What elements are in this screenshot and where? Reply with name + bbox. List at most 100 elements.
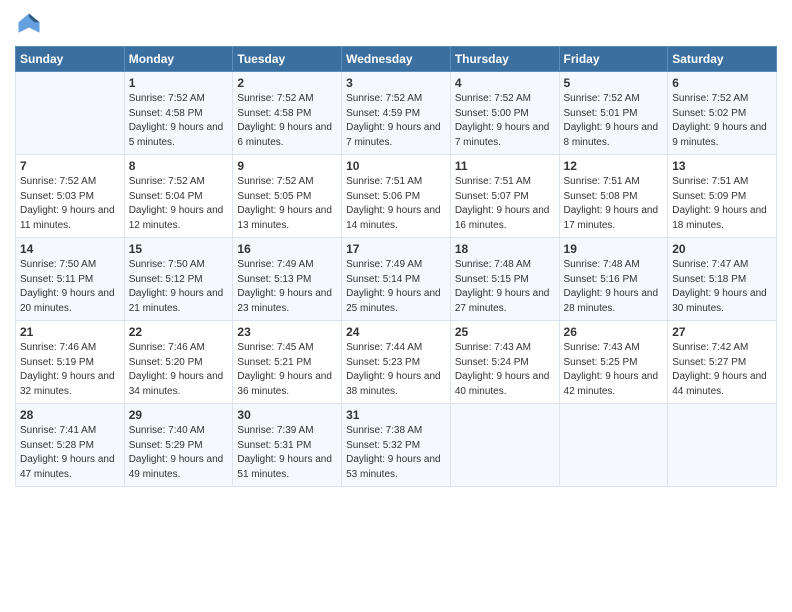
day-info: Sunrise: 7:48 AM Sunset: 5:16 PM Dayligh… (564, 258, 664, 316)
week-row-1: 1 Sunrise: 7:52 AM Sunset: 4:58 PM Daylig… (16, 72, 777, 155)
day-info: Sunrise: 7:50 AM Sunset: 5:11 PM Dayligh… (20, 258, 120, 316)
calendar-header: SundayMondayTuesdayWednesdayThursdayFrid… (16, 47, 777, 72)
day-info: Sunrise: 7:49 AM Sunset: 5:13 PM Dayligh… (237, 258, 337, 316)
calendar-cell: 5 Sunrise: 7:52 AM Sunset: 5:01 PM Daylig… (559, 72, 668, 155)
calendar-cell: 30Sunrise: 7:39 AM Sunset: 5:31 PM Dayli… (233, 404, 342, 487)
week-row-4: 21 Sunrise: 7:46 AM Sunset: 5:19 PM Dayli… (16, 321, 777, 404)
day-info: Sunrise: 7:49 AM Sunset: 5:14 PM Dayligh… (346, 258, 446, 316)
day-info: Sunrise: 7:52 AM Sunset: 5:05 PM Dayligh… (237, 175, 337, 233)
calendar-cell: 10 Sunrise: 7:51 AM Sunset: 5:06 PM Dayli… (342, 155, 451, 238)
calendar-cell: 18 Sunrise: 7:48 AM Sunset: 5:15 PM Dayli… (450, 238, 559, 321)
day-info: Sunrise: 7:46 AM Sunset: 5:20 PM Dayligh… (129, 341, 229, 399)
day-number: 21 (20, 325, 120, 339)
logo (15, 10, 47, 38)
day-number: 28 (20, 408, 120, 422)
day-number: 30 (237, 408, 337, 422)
day-info: Sunrise: 7:52 AM Sunset: 5:01 PM Dayligh… (564, 92, 664, 150)
day-info: Sunrise: 7:40 AM Sunset: 5:29 PM Dayligh… (129, 424, 229, 482)
day-number: 1 (129, 76, 229, 90)
calendar-cell: 14 Sunrise: 7:50 AM Sunset: 5:11 PM Dayli… (16, 238, 125, 321)
day-number: 25 (455, 325, 555, 339)
day-info: Sunrise: 7:48 AM Sunset: 5:15 PM Dayligh… (455, 258, 555, 316)
day-info: Sunrise: 7:51 AM Sunset: 5:09 PM Dayligh… (672, 175, 772, 233)
calendar-cell: 3 Sunrise: 7:52 AM Sunset: 4:59 PM Daylig… (342, 72, 451, 155)
day-number: 3 (346, 76, 446, 90)
calendar-cell: 28 Sunrise: 7:41 AM Sunset: 5:28 PM Dayli… (16, 404, 125, 487)
calendar-cell: 12 Sunrise: 7:51 AM Sunset: 5:08 PM Dayli… (559, 155, 668, 238)
day-number: 6 (672, 76, 772, 90)
day-info: Sunrise: 7:44 AM Sunset: 5:23 PM Dayligh… (346, 341, 446, 399)
day-info: Sunrise: 7:43 AM Sunset: 5:25 PM Dayligh… (564, 341, 664, 399)
week-row-3: 14 Sunrise: 7:50 AM Sunset: 5:11 PM Dayli… (16, 238, 777, 321)
day-info: Sunrise: 7:52 AM Sunset: 4:58 PM Dayligh… (129, 92, 229, 150)
calendar-cell: 13 Sunrise: 7:51 AM Sunset: 5:09 PM Dayli… (668, 155, 777, 238)
day-number: 24 (346, 325, 446, 339)
day-number: 10 (346, 159, 446, 173)
week-row-5: 28 Sunrise: 7:41 AM Sunset: 5:28 PM Dayli… (16, 404, 777, 487)
day-number: 27 (672, 325, 772, 339)
day-number: 20 (672, 242, 772, 256)
day-info: Sunrise: 7:51 AM Sunset: 5:08 PM Dayligh… (564, 175, 664, 233)
calendar-cell: 24 Sunrise: 7:44 AM Sunset: 5:23 PM Dayli… (342, 321, 451, 404)
day-info: Sunrise: 7:41 AM Sunset: 5:28 PM Dayligh… (20, 424, 120, 482)
calendar-cell: 26 Sunrise: 7:43 AM Sunset: 5:25 PM Dayli… (559, 321, 668, 404)
header-day-tuesday: Tuesday (233, 47, 342, 72)
day-info: Sunrise: 7:46 AM Sunset: 5:19 PM Dayligh… (20, 341, 120, 399)
day-number: 16 (237, 242, 337, 256)
day-number: 22 (129, 325, 229, 339)
day-number: 13 (672, 159, 772, 173)
day-info: Sunrise: 7:50 AM Sunset: 5:12 PM Dayligh… (129, 258, 229, 316)
header-day-saturday: Saturday (668, 47, 777, 72)
calendar-cell: 8 Sunrise: 7:52 AM Sunset: 5:04 PM Daylig… (124, 155, 233, 238)
day-info: Sunrise: 7:52 AM Sunset: 4:59 PM Dayligh… (346, 92, 446, 150)
calendar-cell: 11 Sunrise: 7:51 AM Sunset: 5:07 PM Dayli… (450, 155, 559, 238)
calendar-body: 1 Sunrise: 7:52 AM Sunset: 4:58 PM Daylig… (16, 72, 777, 487)
day-number: 2 (237, 76, 337, 90)
day-number: 11 (455, 159, 555, 173)
header-day-thursday: Thursday (450, 47, 559, 72)
calendar-cell (668, 404, 777, 487)
header-day-wednesday: Wednesday (342, 47, 451, 72)
day-info: Sunrise: 7:51 AM Sunset: 5:06 PM Dayligh… (346, 175, 446, 233)
day-info: Sunrise: 7:52 AM Sunset: 5:00 PM Dayligh… (455, 92, 555, 150)
day-info: Sunrise: 7:52 AM Sunset: 5:03 PM Dayligh… (20, 175, 120, 233)
day-number: 9 (237, 159, 337, 173)
logo-icon (15, 10, 43, 38)
calendar-table: SundayMondayTuesdayWednesdayThursdayFrid… (15, 46, 777, 487)
day-number: 17 (346, 242, 446, 256)
day-number: 18 (455, 242, 555, 256)
header (15, 10, 777, 38)
day-number: 19 (564, 242, 664, 256)
calendar-cell: 29Sunrise: 7:40 AM Sunset: 5:29 PM Dayli… (124, 404, 233, 487)
calendar-cell: 20 Sunrise: 7:47 AM Sunset: 5:18 PM Dayli… (668, 238, 777, 321)
day-number: 8 (129, 159, 229, 173)
day-info: Sunrise: 7:45 AM Sunset: 5:21 PM Dayligh… (237, 341, 337, 399)
calendar-cell: 2 Sunrise: 7:52 AM Sunset: 4:58 PM Daylig… (233, 72, 342, 155)
calendar-cell: 17 Sunrise: 7:49 AM Sunset: 5:14 PM Dayli… (342, 238, 451, 321)
day-info: Sunrise: 7:42 AM Sunset: 5:27 PM Dayligh… (672, 341, 772, 399)
day-number: 26 (564, 325, 664, 339)
day-info: Sunrise: 7:52 AM Sunset: 5:02 PM Dayligh… (672, 92, 772, 150)
day-info: Sunrise: 7:38 AM Sunset: 5:32 PM Dayligh… (346, 424, 446, 482)
calendar-cell: 6 Sunrise: 7:52 AM Sunset: 5:02 PM Daylig… (668, 72, 777, 155)
day-info: Sunrise: 7:52 AM Sunset: 5:04 PM Dayligh… (129, 175, 229, 233)
day-number: 14 (20, 242, 120, 256)
calendar-cell (450, 404, 559, 487)
day-number: 31 (346, 408, 446, 422)
calendar-cell: 16 Sunrise: 7:49 AM Sunset: 5:13 PM Dayli… (233, 238, 342, 321)
day-number: 5 (564, 76, 664, 90)
day-info: Sunrise: 7:52 AM Sunset: 4:58 PM Dayligh… (237, 92, 337, 150)
header-day-sunday: Sunday (16, 47, 125, 72)
header-day-monday: Monday (124, 47, 233, 72)
calendar-cell: 15Sunrise: 7:50 AM Sunset: 5:12 PM Dayli… (124, 238, 233, 321)
day-number: 7 (20, 159, 120, 173)
day-info: Sunrise: 7:47 AM Sunset: 5:18 PM Dayligh… (672, 258, 772, 316)
calendar-cell: 19 Sunrise: 7:48 AM Sunset: 5:16 PM Dayli… (559, 238, 668, 321)
day-info: Sunrise: 7:43 AM Sunset: 5:24 PM Dayligh… (455, 341, 555, 399)
day-number: 23 (237, 325, 337, 339)
header-day-friday: Friday (559, 47, 668, 72)
calendar-cell: 9 Sunrise: 7:52 AM Sunset: 5:05 PM Daylig… (233, 155, 342, 238)
day-info: Sunrise: 7:51 AM Sunset: 5:07 PM Dayligh… (455, 175, 555, 233)
calendar-cell: 23 Sunrise: 7:45 AM Sunset: 5:21 PM Dayli… (233, 321, 342, 404)
day-number: 12 (564, 159, 664, 173)
